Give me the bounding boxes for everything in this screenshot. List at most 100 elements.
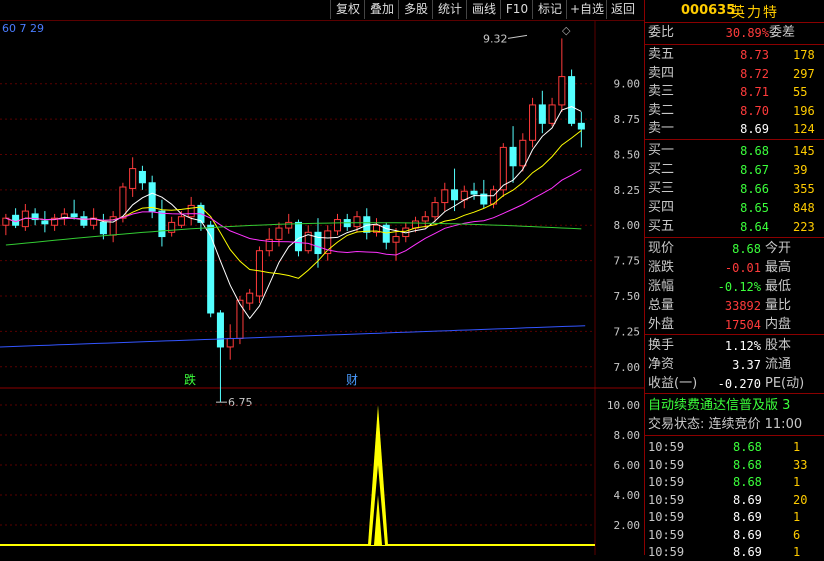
tick-volume: 1 — [793, 475, 801, 489]
kline-chart-area[interactable]: 9.00 8.75 8.50 8.25 8.00 7.75 7.50 7.25 7.00 9.32… — [0, 20, 644, 555]
toolbar-button-2[interactable]: 多股 — [398, 0, 433, 19]
separator — [645, 334, 824, 335]
sell-level-row[interactable]: 卖二 8.70 196 — [645, 102, 824, 120]
sell-level-label: 卖三 — [648, 84, 675, 99]
toolbar-button-6[interactable]: 标记 — [532, 0, 567, 19]
candle-body — [148, 182, 156, 212]
buy-level-price: 8.66 — [740, 182, 769, 196]
price-tick-label: 8.50 — [614, 148, 641, 161]
toolbar-button-0[interactable]: 复权 — [330, 0, 365, 19]
toolbar-button-8[interactable]: 返回 — [606, 0, 639, 19]
weibi-row: 委比 30.89% 委差 — [645, 24, 824, 42]
separator — [645, 44, 824, 45]
candle-body — [333, 219, 342, 232]
tick-time: 10:59 — [648, 527, 685, 542]
buy-level-label: 买三 — [648, 181, 675, 196]
tick-row: 10:59 8.68 1 — [645, 438, 824, 456]
stat2-row: 收益(一) -0.270 PE(动) — [645, 375, 824, 393]
candle-body — [275, 227, 283, 240]
stat-label: 涨跌 — [648, 260, 675, 275]
stat-row: 总量 33892 量比 — [645, 297, 824, 315]
news-line[interactable]: 自动续费通达信普及版 3 — [645, 397, 824, 415]
tick-price: 8.68 — [733, 457, 762, 472]
volume-tick-label: 8.00 — [614, 429, 641, 442]
toolbar-button-3[interactable]: 统计 — [432, 0, 467, 19]
candle-body — [70, 213, 78, 218]
sell-level-row[interactable]: 卖一 8.69 124 — [645, 120, 824, 138]
kline-chart-svg: 9.00 8.75 8.50 8.25 8.00 7.75 7.50 7.25 7.00 9.32… — [0, 20, 644, 555]
diamond-icon: ◇ — [562, 24, 571, 37]
tick-row: 10:59 8.69 1 — [645, 508, 824, 526]
buy-level-label: 买四 — [648, 200, 675, 215]
stat-row: 外盘 17504 内盘 — [645, 316, 824, 334]
sell-level-price: 8.70 — [740, 103, 769, 118]
tick-time: 10:59 — [648, 510, 685, 524]
separator — [645, 393, 824, 394]
stat-label: 涨幅 — [648, 279, 675, 294]
sell-level-label: 卖二 — [648, 102, 675, 118]
candle-body — [499, 146, 507, 191]
candle-body — [99, 221, 107, 235]
stat-row: 现价 8.68 今开 — [645, 240, 824, 258]
tick-price: 8.68 — [733, 440, 762, 454]
sell-level-price: 8.69 — [740, 122, 769, 136]
sell-level-row[interactable]: 卖三 8.71 55 — [645, 83, 824, 101]
candle-body — [519, 139, 527, 167]
buy-level-row[interactable]: 买二 8.67 39 — [645, 161, 824, 179]
candle-body — [558, 76, 566, 106]
candle-body — [470, 190, 478, 195]
sell-level-label: 卖四 — [648, 65, 675, 81]
stat-label2: 最低 — [765, 279, 792, 294]
tick-time: 10:59 — [648, 475, 685, 489]
buy-level-row[interactable]: 买一 8.68 145 — [645, 142, 824, 160]
candle-body — [138, 170, 146, 184]
stock-name: 英力特 — [731, 5, 779, 21]
buy-level-row[interactable]: 买三 8.66 355 — [645, 180, 824, 198]
stat2-label: 收益(一) — [648, 376, 698, 391]
sell-level-row[interactable]: 卖四 8.72 297 — [645, 65, 824, 83]
weibi-value: 30.89% — [725, 26, 769, 40]
stat2-value: -0.270 — [717, 377, 761, 391]
toolbar-button-1[interactable]: 叠加 — [364, 0, 399, 19]
price-tick-label: 8.25 — [614, 184, 641, 197]
buy-level-label: 买二 — [648, 162, 675, 177]
volume-tick-label: 10.00 — [607, 399, 640, 412]
separator — [645, 139, 824, 140]
stat-row: 涨幅 -0.12% 最低 — [645, 278, 824, 296]
tick-price: 8.68 — [733, 475, 762, 489]
separator — [645, 435, 824, 436]
candle-body — [353, 216, 361, 228]
price-tick-label: 8.75 — [614, 113, 641, 126]
stat-value: -0.01 — [724, 261, 761, 275]
sell-level-row[interactable]: 卖五 8.73 178 — [645, 46, 824, 64]
buy-level-label: 买五 — [648, 219, 675, 234]
buy-level-row[interactable]: 买四 8.65 848 — [645, 199, 824, 217]
buy-level-volume: 848 — [793, 201, 815, 215]
stat2-label: 换手 — [648, 338, 675, 353]
toolbar-button-4[interactable]: 画线 — [466, 0, 501, 19]
stat-row: 涨跌 -0.01 最高 — [645, 259, 824, 277]
tick-time: 10:59 — [648, 457, 685, 472]
toolbar-button-7[interactable]: +自选 — [566, 0, 607, 19]
tick-price: 8.69 — [733, 492, 762, 507]
low-price-annotation: 6.75 — [228, 396, 253, 409]
candle-body — [568, 76, 576, 124]
event-marker: 财 — [346, 373, 358, 387]
separator — [645, 237, 824, 238]
buy-level-price: 8.64 — [740, 220, 769, 234]
candle-body — [129, 168, 137, 189]
candle-body — [12, 214, 20, 226]
buy-level-row[interactable]: 买五 8.64 223 — [645, 218, 824, 236]
sell-level-label: 卖五 — [648, 47, 675, 62]
tick-price: 8.69 — [733, 510, 762, 524]
tick-volume: 33 — [793, 457, 808, 472]
toolbar-button-5[interactable]: F10 — [500, 0, 533, 19]
sell-level-price: 8.71 — [740, 85, 769, 99]
stat2-row: 净资 3.37 流通 — [645, 356, 824, 374]
candle-body — [421, 216, 429, 222]
tick-row: 10:59 8.69 6 — [645, 526, 824, 544]
candle-body — [158, 210, 166, 238]
tick-row: 10:59 8.68 1 — [645, 473, 824, 491]
stock-code: 000635 — [681, 3, 736, 18]
sell-level-volume: 297 — [793, 66, 815, 81]
